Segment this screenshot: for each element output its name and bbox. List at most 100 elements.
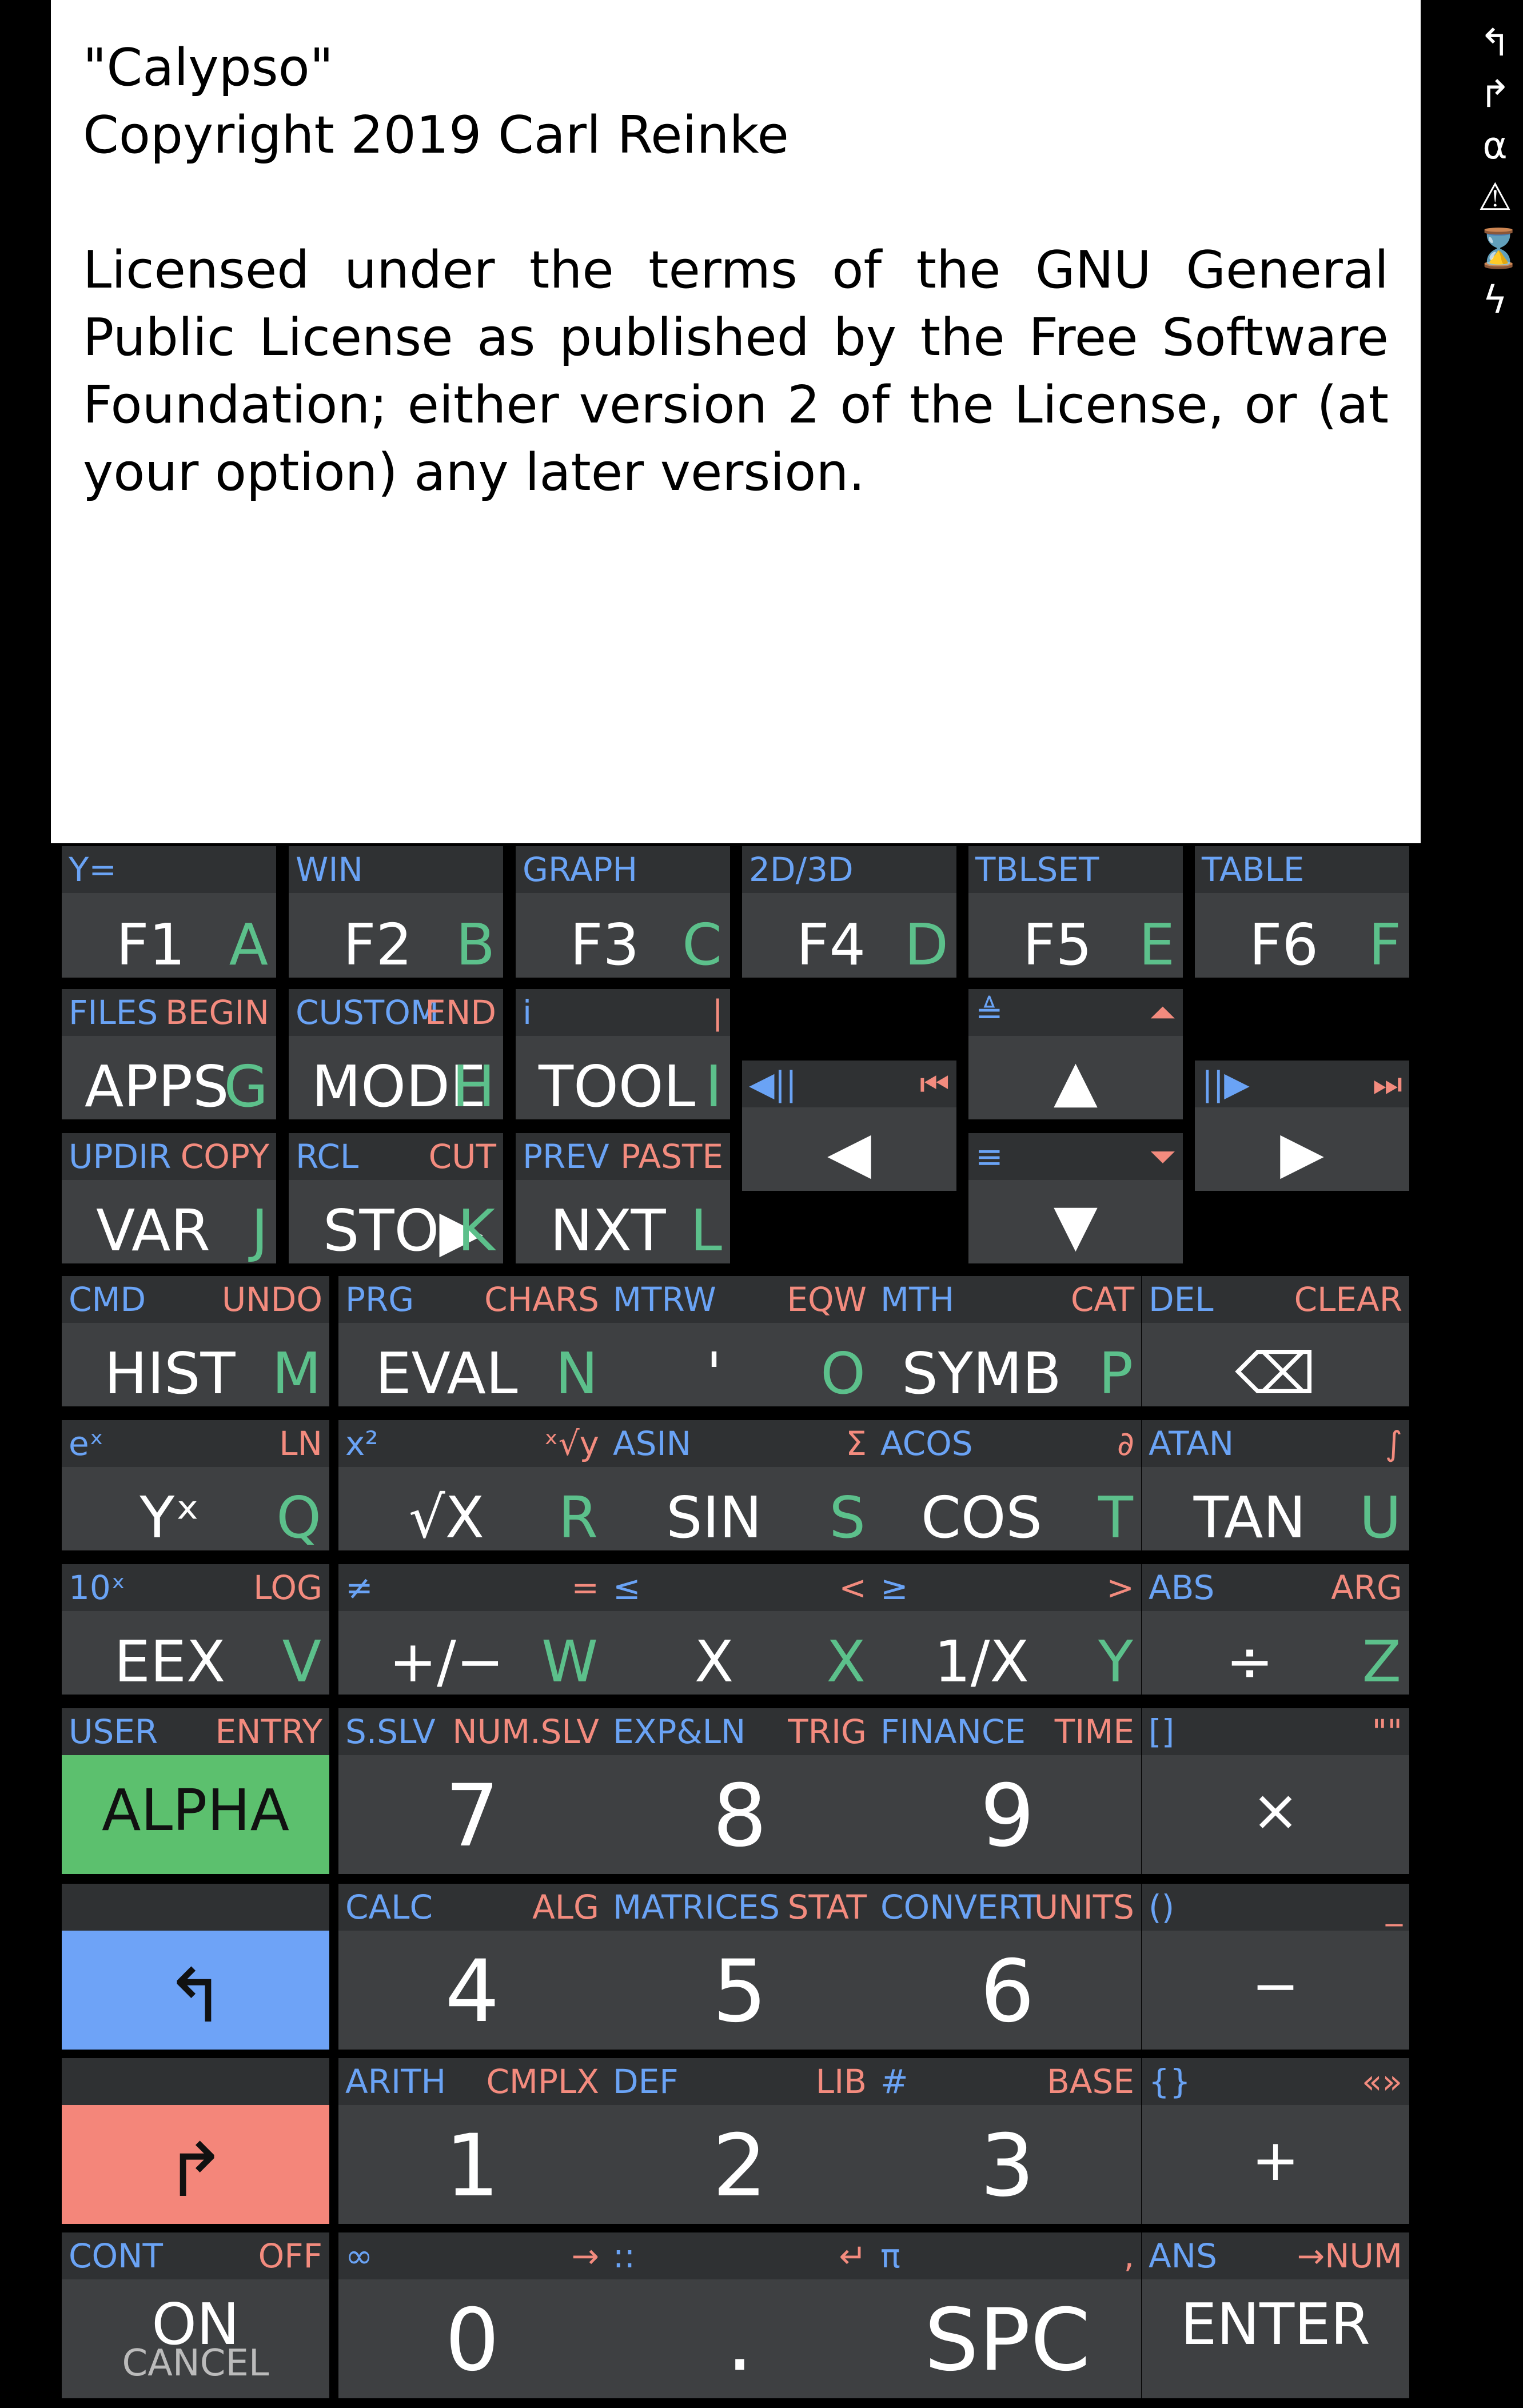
key-label: TOOL [539, 1053, 696, 1120]
seven-button[interactable]: S.SLV NUM.SLV 7 [338, 1708, 606, 1874]
f6-button[interactable]: TABLE F6 F [1195, 846, 1409, 978]
multiply-button-face: × [1142, 1755, 1409, 1874]
hist-button[interactable]: CMD UNDO HIST M [62, 1276, 329, 1407]
negate-button[interactable]: ≠ = +/− W [338, 1564, 606, 1695]
four-button[interactable]: CALC ALG 4 [338, 1884, 606, 2050]
space-button-shift-labels: π, [874, 2232, 1141, 2279]
tool-button[interactable]: i | TOOL I [516, 989, 730, 1120]
var-button[interactable]: UPDIR COPY VAR J [62, 1133, 276, 1264]
left-shift-label: ∞ [345, 2236, 373, 2275]
f2-button[interactable]: WIN F2 B [289, 846, 503, 978]
one-button[interactable]: ARITH CMPLX 1 [338, 2058, 606, 2224]
tan-button-shift-labels: ATAN ∫ [1142, 1420, 1409, 1467]
five-button[interactable]: MATRICES STAT 5 [606, 1884, 874, 2050]
right-shift-label: > [1106, 1568, 1134, 1607]
left-shift-label: PRG [345, 1280, 414, 1319]
left-shift-label: x² [345, 1424, 378, 1463]
alpha-button[interactable]: USER ENTRY ALPHA [62, 1708, 329, 1874]
cos-button-face: COS T [874, 1467, 1141, 1551]
right-shift-label: LIB [815, 2062, 867, 2101]
two-button[interactable]: DEF LIB 2 [606, 2058, 874, 2224]
enter-button[interactable]: ANS →NUM ENTER [1142, 2232, 1409, 2398]
key-label: +/− [389, 1628, 504, 1695]
arrow-down-button[interactable]: ≡ ⏷ ▼ [968, 1133, 1183, 1263]
tan-button-face: TAN U [1142, 1467, 1409, 1551]
eight-button[interactable]: EXP&LN TRIG 8 [606, 1708, 874, 1874]
left-shift-label: RCL [296, 1137, 359, 1176]
divide-button[interactable]: ABS ARG ÷ Z [1142, 1564, 1409, 1695]
f3-button[interactable]: GRAPH F3 C [516, 846, 730, 978]
decimal-button-face: . [606, 2279, 874, 2398]
eight-button-face: 8 [606, 1755, 874, 1874]
sin-button[interactable]: ASIN Σ SIN S [606, 1420, 874, 1551]
arrow-right-button[interactable]: ||▶ ⏭ ▶ [1195, 1061, 1409, 1191]
minus-button[interactable]: () _ − [1142, 1884, 1409, 2050]
left-shift-label: ≥ [880, 1568, 908, 1607]
left-shift-label: ARITH [345, 2062, 446, 2101]
left-shift-button[interactable]: ↰ [62, 1884, 329, 2050]
alpha-letter: Z [1362, 1628, 1401, 1695]
nxt-button[interactable]: PREV PASTE NXT L [516, 1133, 730, 1264]
six-button[interactable]: CONVERT UNITS 6 [874, 1884, 1141, 2050]
negate-button-shift-labels: ≠ = [338, 1564, 606, 1611]
alert-indicator-icon: ⚠ [1478, 175, 1512, 219]
cancel-label: CANCEL [122, 2342, 269, 2385]
key-label: 7 [445, 1767, 500, 1866]
eval-button[interactable]: PRG CHARS EVAL N [338, 1276, 606, 1407]
eex-button-shift-labels: 10ˣ LOG [62, 1564, 329, 1611]
sto-button[interactable]: RCL CUT STO▶ K [289, 1133, 503, 1264]
alpha-button-shift-labels: USER ENTRY [62, 1708, 329, 1755]
left-shift-button-shift-labels [62, 1884, 329, 1931]
right-shift-label: = [571, 1568, 599, 1607]
eex-button[interactable]: 10ˣ LOG EEX V [62, 1564, 329, 1695]
sqrt-button[interactable]: x² ˣ√y √X R [338, 1420, 606, 1551]
left-shift-indicator-icon: ↰ [1479, 21, 1511, 65]
decimal-button[interactable]: :: ↵. [606, 2232, 874, 2398]
display-screen: "Calypso" Copyright 2019 Carl Reinke Lic… [51, 0, 1421, 843]
right-shift-label: COPY [180, 1137, 269, 1176]
alpha-letter: V [282, 1628, 321, 1695]
multiply-button[interactable]: [] "" × [1142, 1708, 1409, 1874]
x-button[interactable]: ≤ < X X [606, 1564, 874, 1695]
tan-button[interactable]: ATAN ∫ TAN U [1142, 1420, 1409, 1551]
key-label: Yˣ [139, 1484, 200, 1551]
three-button[interactable]: # BASE 3 [874, 2058, 1141, 2224]
f4-button[interactable]: 2D/3D F4 D [742, 846, 956, 978]
inverse-button[interactable]: ≥ >1/X Y [874, 1564, 1141, 1695]
right-shift-label: ⏷ [1149, 1137, 1176, 1176]
arrow-left-button[interactable]: ◀|| ⏮ ◀ [742, 1061, 956, 1191]
arrow-up-button[interactable]: ≜ ⏶ ▲ [968, 989, 1183, 1119]
zero-button[interactable]: ∞ → 0 [338, 2232, 606, 2398]
left-shift-label: WIN [296, 850, 363, 889]
mode-button[interactable]: CUSTOM END MODE H [289, 989, 503, 1120]
on-button[interactable]: CONT OFF ON CANCEL [62, 2232, 329, 2398]
alpha-letter: L [690, 1197, 722, 1264]
f1-button[interactable]: Y= F1 A [62, 846, 276, 978]
right-shift-label: TRIG [788, 1712, 867, 1751]
right-shift-label: "" [1372, 1712, 1402, 1751]
space-button[interactable]: π, SPC [874, 2232, 1141, 2398]
annunciator-panel: ↰ ↱ α ⚠ ⌛ ϟ [1475, 17, 1522, 326]
left-shift-label: FILES [69, 993, 158, 1032]
nine-button[interactable]: FINANCE TIME 9 [874, 1708, 1141, 1874]
symb-button-shift-labels: MTH CAT [874, 1276, 1141, 1323]
four-button-face: 4 [338, 1931, 606, 2050]
key-label: ▼ [1054, 1191, 1098, 1258]
plus-button[interactable]: {} «» + [1142, 2058, 1409, 2224]
power-button[interactable]: eˣ LN Yˣ Q [62, 1420, 329, 1551]
symb-button[interactable]: MTH CAT SYMB P [874, 1276, 1141, 1407]
right-shift-button[interactable]: ↱ [62, 2058, 329, 2224]
right-shift-label: UNITS [1034, 1888, 1134, 1927]
alpha-letter: K [457, 1197, 495, 1264]
key-label: 5 [712, 1942, 767, 2042]
quote-button[interactable]: MTRW EQW ' O [606, 1276, 874, 1407]
backspace-button[interactable]: DEL CLEAR ⌫ [1142, 1276, 1409, 1407]
right-shift-label: UNDO [221, 1280, 322, 1319]
f5-button[interactable]: TBLSET F5 E [968, 846, 1183, 978]
apps-button[interactable]: FILES BEGIN APPS G [62, 989, 276, 1120]
right-shift-label: _ [1386, 1888, 1402, 1927]
key-label: ↱ [164, 2127, 227, 2214]
cos-button[interactable]: ACOS ∂ COS T [874, 1420, 1141, 1551]
eight-button-shift-labels: EXP&LN TRIG [606, 1708, 874, 1755]
f1-button-face: F1 A [62, 893, 276, 978]
